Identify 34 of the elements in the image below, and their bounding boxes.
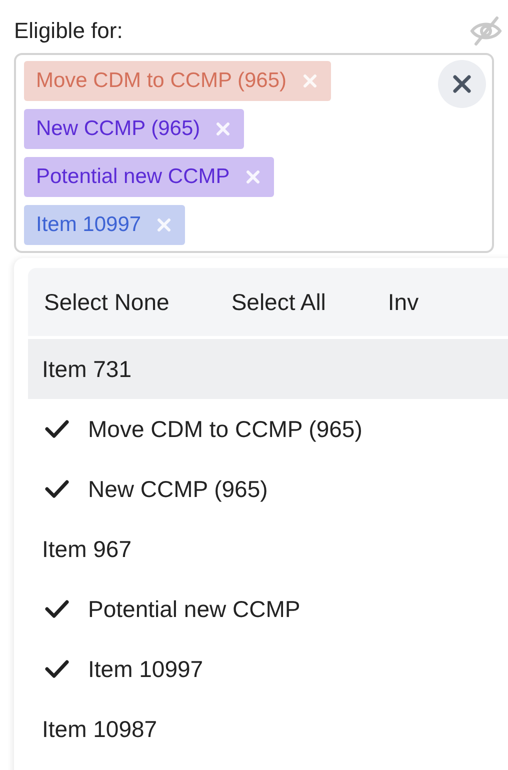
option-label: New CCMP (965) xyxy=(88,476,268,502)
action-button[interactable]: Inv xyxy=(388,288,419,316)
field-label: Eligible for: xyxy=(14,18,123,44)
option-label: Item 967 xyxy=(42,536,132,562)
tag-label: New CCMP (965) xyxy=(36,117,200,141)
close-icon xyxy=(451,73,473,95)
action-button[interactable]: Select All xyxy=(231,288,326,316)
option-label: Item 10987 xyxy=(42,716,158,742)
eye-slash-icon[interactable] xyxy=(470,16,502,46)
option-item[interactable]: Item 10987 xyxy=(28,699,508,759)
check-icon xyxy=(44,659,70,679)
option-item[interactable]: Item 10997 xyxy=(28,639,508,699)
clear-button[interactable] xyxy=(438,60,486,108)
option-item[interactable]: New CCMP (965) xyxy=(28,459,508,519)
option-item[interactable]: Item 967 xyxy=(28,519,508,579)
check-icon xyxy=(44,419,70,439)
remove-icon[interactable] xyxy=(246,170,260,184)
tag-label: Potential new CCMP xyxy=(36,165,230,189)
tag-label: Item 10997 xyxy=(36,213,142,237)
option-label: Move CDM to CCMP (965) xyxy=(88,416,362,442)
option-item[interactable]: Potential new CCMP xyxy=(28,579,508,639)
option-label: Potential new CCMP xyxy=(88,596,300,622)
multi-select-field[interactable]: Move CDM to CCMP (965) New CCMP (965) Potential new CCMP Item 10997 xyxy=(14,53,494,253)
check-icon xyxy=(44,479,70,499)
check-icon xyxy=(44,599,70,619)
option-item[interactable]: Item 731 xyxy=(28,339,508,399)
option-label: Item 10997 xyxy=(88,656,204,682)
remove-icon[interactable] xyxy=(216,122,230,136)
remove-icon[interactable] xyxy=(302,74,317,88)
option-item[interactable]: Move CDM to CCMP (965) xyxy=(28,399,508,459)
option-label: Item 731 xyxy=(42,356,132,382)
action-button[interactable]: Select None xyxy=(44,288,170,316)
remove-icon[interactable] xyxy=(157,218,172,232)
tag-label: Move CDM to CCMP (965) xyxy=(36,69,287,93)
